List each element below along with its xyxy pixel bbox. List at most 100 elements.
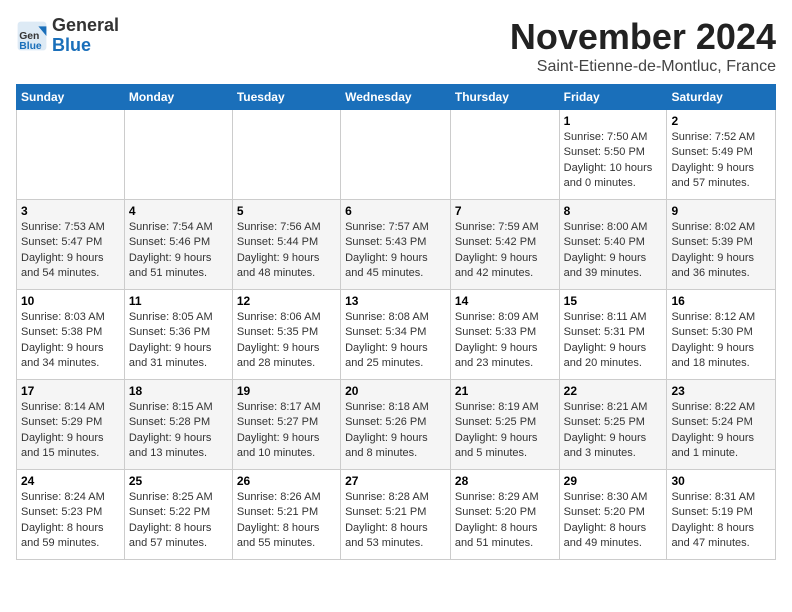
day-number: 24 [21,474,120,488]
calendar-day-cell: 21 Sunrise: 8:19 AM Sunset: 5:25 PM Dayli… [450,380,559,470]
day-number: 6 [345,204,446,218]
calendar-day-cell: 16 Sunrise: 8:12 AM Sunset: 5:30 PM Dayli… [667,290,776,380]
day-number: 13 [345,294,446,308]
day-info: Sunrise: 8:03 AM Sunset: 5:38 PM Dayligh… [21,310,120,372]
calendar-day-cell: 15 Sunrise: 8:11 AM Sunset: 5:31 PM Dayli… [559,290,667,380]
day-info: Sunrise: 7:59 AM Sunset: 5:42 PM Dayligh… [455,220,555,282]
logo-icon: Gen Blue [16,20,48,52]
day-info: Sunrise: 8:09 AM Sunset: 5:33 PM Dayligh… [455,310,555,372]
day-info: Sunrise: 8:28 AM Sunset: 5:21 PM Dayligh… [345,490,446,552]
calendar-day-cell: 25 Sunrise: 8:25 AM Sunset: 5:22 PM Dayli… [124,470,232,560]
calendar-day-cell: 18 Sunrise: 8:15 AM Sunset: 5:28 PM Dayli… [124,380,232,470]
calendar-table: SundayMondayTuesdayWednesdayThursdayFrid… [16,84,776,560]
day-number: 2 [671,114,771,128]
day-info: Sunrise: 8:29 AM Sunset: 5:20 PM Dayligh… [455,490,555,552]
weekday-header-tuesday: Tuesday [232,85,340,110]
calendar-day-cell: 22 Sunrise: 8:21 AM Sunset: 5:25 PM Dayli… [559,380,667,470]
day-info: Sunrise: 8:11 AM Sunset: 5:31 PM Dayligh… [564,310,663,372]
weekday-header-sunday: Sunday [17,85,125,110]
day-number: 22 [564,384,663,398]
month-title: November 2024 [510,16,776,58]
calendar-day-cell: 12 Sunrise: 8:06 AM Sunset: 5:35 PM Dayli… [232,290,340,380]
day-number: 1 [564,114,663,128]
weekday-header-saturday: Saturday [667,85,776,110]
calendar-day-cell: 20 Sunrise: 8:18 AM Sunset: 5:26 PM Dayli… [341,380,451,470]
calendar-day-cell: 1 Sunrise: 7:50 AM Sunset: 5:50 PM Daylig… [559,110,667,200]
day-number: 20 [345,384,446,398]
day-number: 3 [21,204,120,218]
day-info: Sunrise: 7:50 AM Sunset: 5:50 PM Dayligh… [564,130,663,192]
calendar-week-row: 1 Sunrise: 7:50 AM Sunset: 5:50 PM Daylig… [17,110,776,200]
day-number: 21 [455,384,555,398]
calendar-week-row: 17 Sunrise: 8:14 AM Sunset: 5:29 PM Dayli… [17,380,776,470]
day-info: Sunrise: 8:19 AM Sunset: 5:25 PM Dayligh… [455,400,555,462]
empty-day-cell [450,110,559,200]
day-number: 14 [455,294,555,308]
calendar-day-cell: 11 Sunrise: 8:05 AM Sunset: 5:36 PM Dayli… [124,290,232,380]
logo: Gen Blue General Blue [16,16,119,56]
day-number: 16 [671,294,771,308]
location-title: Saint-Etienne-de-Montluc, France [510,58,776,76]
title-block: November 2024 Saint-Etienne-de-Montluc, … [510,16,776,76]
weekday-header-monday: Monday [124,85,232,110]
day-number: 7 [455,204,555,218]
day-info: Sunrise: 8:05 AM Sunset: 5:36 PM Dayligh… [129,310,228,372]
calendar-day-cell: 19Sunrise: 8:17 AM Sunset: 5:27 PM Dayli… [232,380,340,470]
calendar-day-cell: 28 Sunrise: 8:29 AM Sunset: 5:20 PM Dayli… [450,470,559,560]
calendar-day-cell: 2Sunrise: 7:52 AM Sunset: 5:49 PM Daylig… [667,110,776,200]
day-number: 18 [129,384,228,398]
empty-day-cell [17,110,125,200]
empty-day-cell [232,110,340,200]
calendar-day-cell: 10Sunrise: 8:03 AM Sunset: 5:38 PM Dayli… [17,290,125,380]
day-number: 17 [21,384,120,398]
day-number: 26 [237,474,336,488]
day-info: Sunrise: 8:21 AM Sunset: 5:25 PM Dayligh… [564,400,663,462]
calendar-day-cell: 3 Sunrise: 7:53 AM Sunset: 5:47 PM Daylig… [17,200,125,290]
day-number: 8 [564,204,663,218]
day-info: Sunrise: 8:26 AM Sunset: 5:21 PM Dayligh… [237,490,336,552]
day-number: 29 [564,474,663,488]
empty-day-cell [341,110,451,200]
day-info: Sunrise: 8:17 AM Sunset: 5:27 PM Dayligh… [237,400,336,462]
calendar-day-cell: 26 Sunrise: 8:26 AM Sunset: 5:21 PM Dayli… [232,470,340,560]
day-number: 11 [129,294,228,308]
calendar-day-cell: 23 Sunrise: 8:22 AM Sunset: 5:24 PM Dayli… [667,380,776,470]
logo-blue-text: Blue [52,35,91,55]
day-number: 12 [237,294,336,308]
calendar-day-cell: 24 Sunrise: 8:24 AM Sunset: 5:23 PM Dayli… [17,470,125,560]
day-number: 25 [129,474,228,488]
calendar-day-cell: 7 Sunrise: 7:59 AM Sunset: 5:42 PM Daylig… [450,200,559,290]
calendar-day-cell: 9Sunrise: 8:02 AM Sunset: 5:39 PM Daylig… [667,200,776,290]
day-info: Sunrise: 8:22 AM Sunset: 5:24 PM Dayligh… [671,400,771,462]
day-info: Sunrise: 8:24 AM Sunset: 5:23 PM Dayligh… [21,490,120,552]
calendar-day-cell: 8 Sunrise: 8:00 AM Sunset: 5:40 PM Daylig… [559,200,667,290]
day-info: Sunrise: 8:12 AM Sunset: 5:30 PM Dayligh… [671,310,771,372]
day-info: Sunrise: 8:14 AM Sunset: 5:29 PM Dayligh… [21,400,120,462]
day-number: 28 [455,474,555,488]
day-info: Sunrise: 8:08 AM Sunset: 5:34 PM Dayligh… [345,310,446,372]
calendar-week-row: 24 Sunrise: 8:24 AM Sunset: 5:23 PM Dayli… [17,470,776,560]
calendar-week-row: 3 Sunrise: 7:53 AM Sunset: 5:47 PM Daylig… [17,200,776,290]
calendar-day-cell: 6 Sunrise: 7:57 AM Sunset: 5:43 PM Daylig… [341,200,451,290]
day-number: 30 [671,474,771,488]
day-info: Sunrise: 8:00 AM Sunset: 5:40 PM Dayligh… [564,220,663,282]
day-info: Sunrise: 8:06 AM Sunset: 5:35 PM Dayligh… [237,310,336,372]
day-info: Sunrise: 8:30 AM Sunset: 5:20 PM Dayligh… [564,490,663,552]
calendar-day-cell: 17 Sunrise: 8:14 AM Sunset: 5:29 PM Dayli… [17,380,125,470]
day-info: Sunrise: 7:56 AM Sunset: 5:44 PM Dayligh… [237,220,336,282]
day-info: Sunrise: 8:25 AM Sunset: 5:22 PM Dayligh… [129,490,228,552]
svg-text:Blue: Blue [19,41,42,52]
calendar-day-cell: 13 Sunrise: 8:08 AM Sunset: 5:34 PM Dayli… [341,290,451,380]
calendar-day-cell: 29 Sunrise: 8:30 AM Sunset: 5:20 PM Dayli… [559,470,667,560]
calendar-day-cell: 27 Sunrise: 8:28 AM Sunset: 5:21 PM Dayli… [341,470,451,560]
weekday-header-wednesday: Wednesday [341,85,451,110]
day-info: Sunrise: 8:15 AM Sunset: 5:28 PM Dayligh… [129,400,228,462]
day-number: 23 [671,384,771,398]
day-info: Sunrise: 8:18 AM Sunset: 5:26 PM Dayligh… [345,400,446,462]
day-number: 27 [345,474,446,488]
day-info: Sunrise: 7:53 AM Sunset: 5:47 PM Dayligh… [21,220,120,282]
calendar-day-cell: 5Sunrise: 7:56 AM Sunset: 5:44 PM Daylig… [232,200,340,290]
day-info: Sunrise: 7:57 AM Sunset: 5:43 PM Dayligh… [345,220,446,282]
day-info: Sunrise: 8:31 AM Sunset: 5:19 PM Dayligh… [671,490,771,552]
day-number: 15 [564,294,663,308]
